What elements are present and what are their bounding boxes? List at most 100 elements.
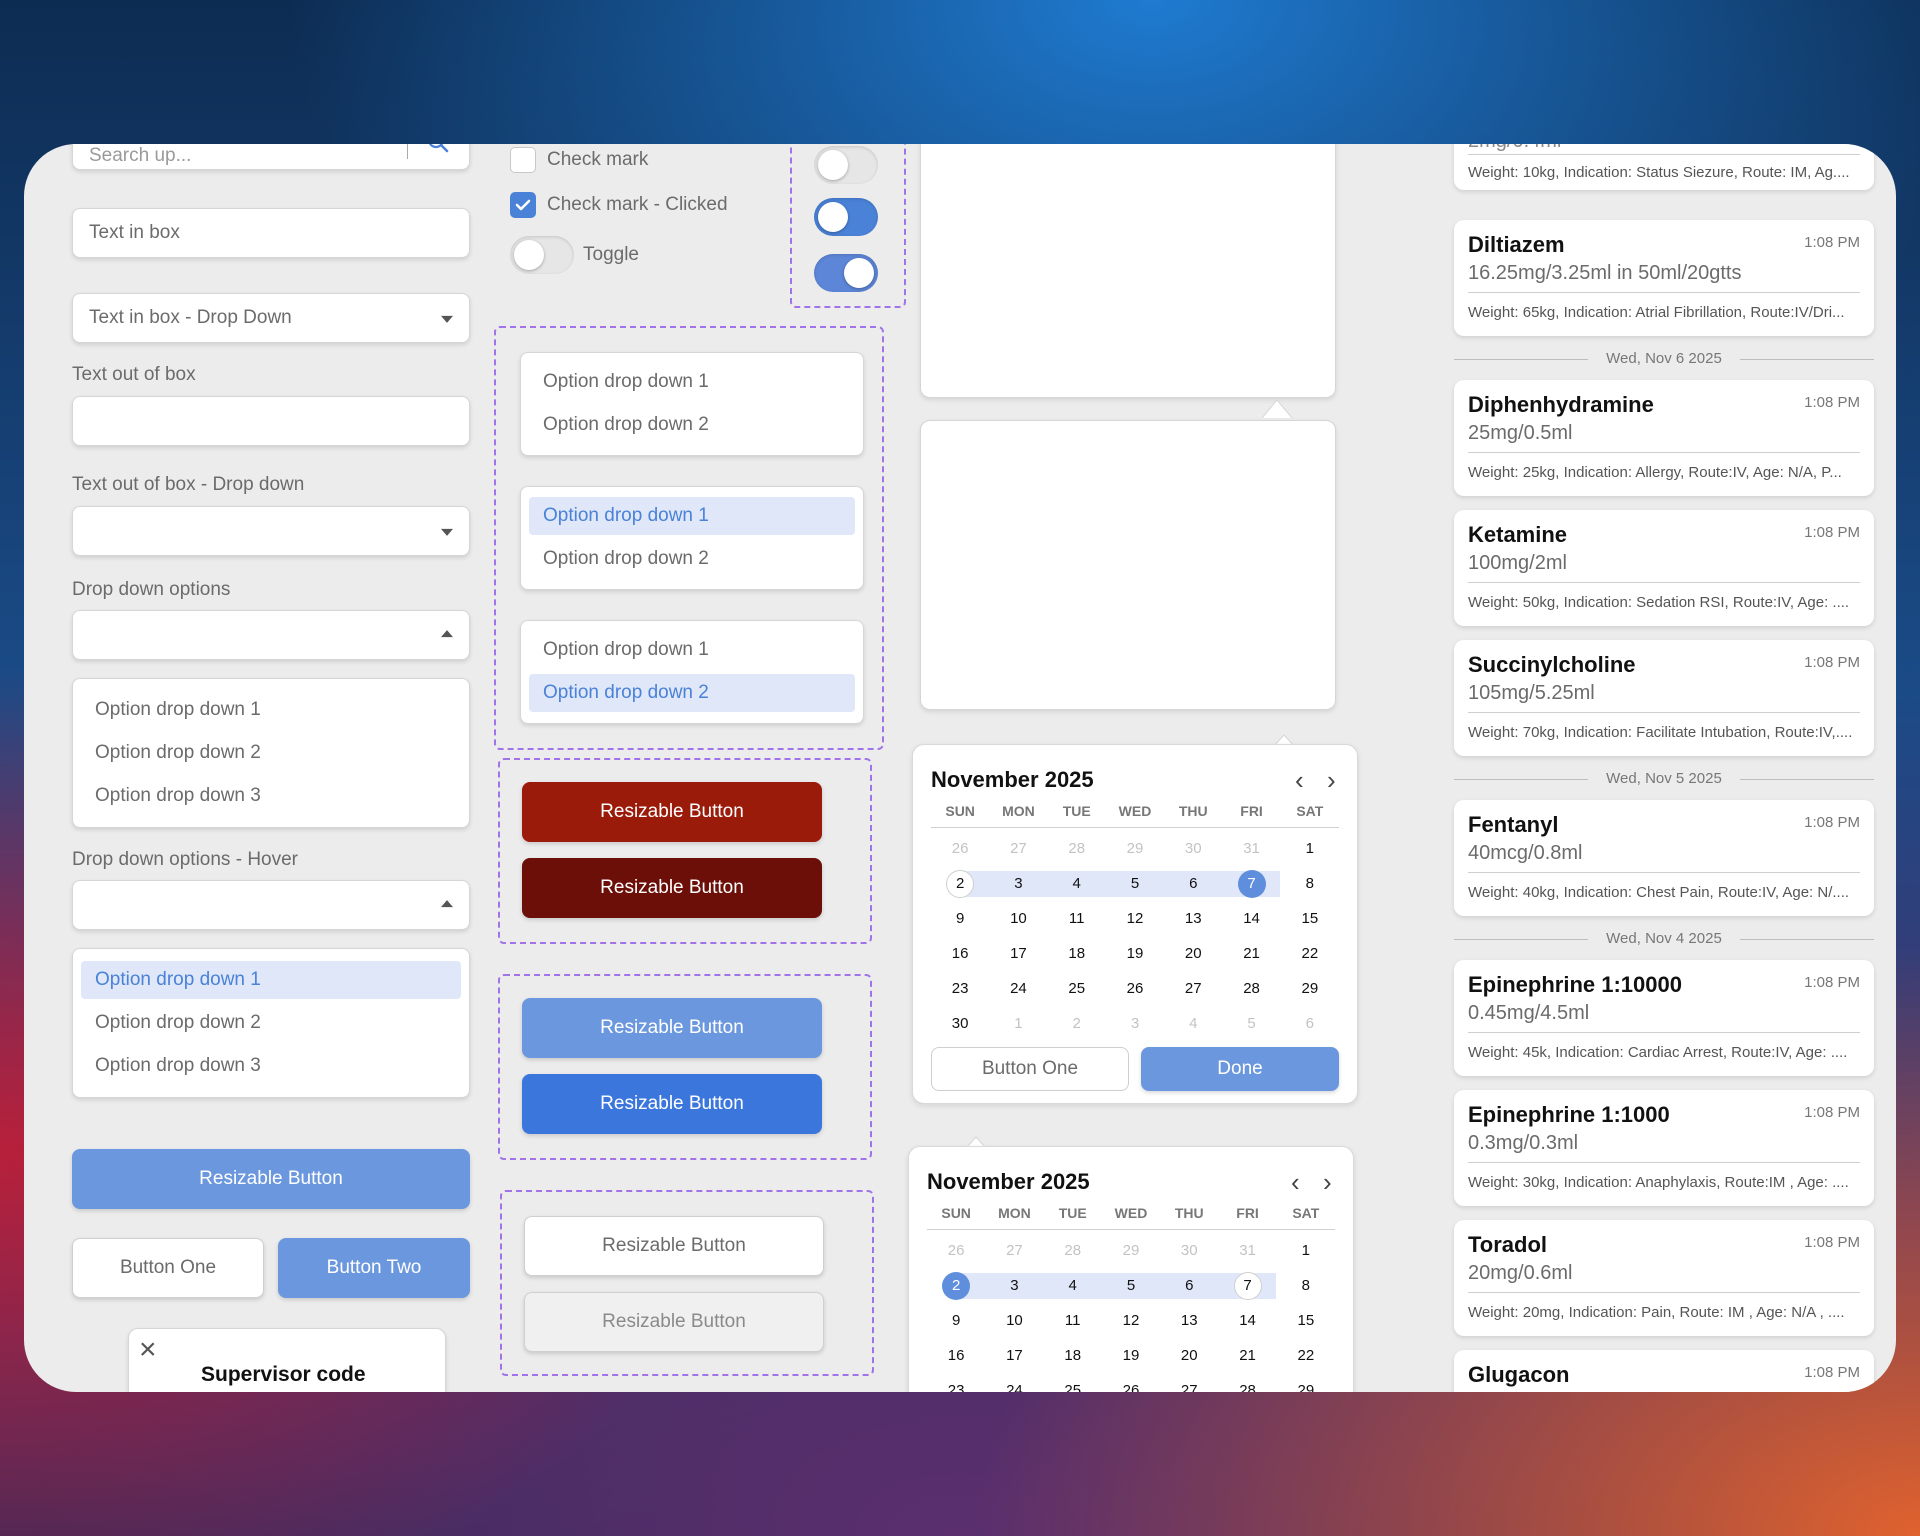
calendar-day[interactable]: 5 [1102, 1277, 1160, 1294]
calendar-day[interactable]: 15 [1281, 910, 1339, 927]
dropdown-option[interactable]: Option drop down 2 [529, 540, 855, 578]
calendar-day[interactable]: 6 [1164, 875, 1222, 892]
calendar-day[interactable]: 8 [1281, 875, 1339, 892]
calendar-day[interactable]: 30 [1164, 840, 1222, 857]
calendar-day-today[interactable]: 7 [1218, 1271, 1276, 1300]
calendar-day[interactable]: 28 [1218, 1382, 1276, 1392]
calendar-day[interactable]: 28 [1044, 1242, 1102, 1259]
medication-card[interactable]: Toradol 1:08 PM 20mg/0.6ml Weight: 20mg,… [1454, 1220, 1874, 1336]
chevron-right-icon[interactable]: › [1327, 765, 1336, 796]
calendar-day[interactable]: 14 [1222, 910, 1280, 927]
calendar-day[interactable]: 6 [1160, 1277, 1218, 1294]
calendar-day[interactable]: 11 [1048, 910, 1106, 927]
calendar-day[interactable]: 29 [1281, 980, 1339, 997]
dropdown-option[interactable]: Option drop down 1 [529, 631, 855, 669]
calendar-day[interactable]: 22 [1277, 1347, 1335, 1364]
medication-card[interactable]: Glugacon 1:08 PM [1454, 1350, 1874, 1392]
calendar-day[interactable]: 13 [1160, 1312, 1218, 1329]
close-icon[interactable]: × [139, 1335, 157, 1365]
calendar-day[interactable]: 3 [989, 875, 1047, 892]
chevron-left-icon[interactable]: ‹ [1291, 1167, 1300, 1198]
calendar-day[interactable]: 20 [1164, 945, 1222, 962]
calendar-day[interactable]: 18 [1048, 945, 1106, 962]
calendar-day[interactable]: 1 [1281, 840, 1339, 857]
toggle-on[interactable] [814, 254, 878, 292]
calendar-day[interactable]: 26 [1102, 1382, 1160, 1392]
toggle-off[interactable] [510, 236, 574, 274]
search-input[interactable]: Search up... [89, 145, 191, 167]
text-out-of-box-dropdown[interactable] [72, 506, 470, 556]
resizable-button[interactable]: Resizable Button [72, 1149, 470, 1209]
calendar-day[interactable]: 24 [985, 1382, 1043, 1392]
calendar-day[interactable]: 4 [1048, 875, 1106, 892]
dropdown-option[interactable]: Option drop down 2 [529, 406, 855, 444]
calendar-day[interactable]: 17 [985, 1347, 1043, 1364]
calendar-day[interactable]: 22 [1281, 945, 1339, 962]
medication-card[interactable]: Epinephrine 1:10000 1:08 PM 0.45mg/4.5ml… [1454, 960, 1874, 1076]
resizable-button-red[interactable]: Resizable Button [522, 782, 822, 842]
dropdown-option[interactable]: Option drop down 1 [81, 691, 461, 729]
calendar-day[interactable]: 5 [1222, 1015, 1280, 1032]
calendar-day[interactable]: 9 [931, 910, 989, 927]
calendar-day[interactable]: 23 [927, 1382, 985, 1392]
medication-card[interactable]: Succinylcholine 1:08 PM 105mg/5.25ml Wei… [1454, 640, 1874, 756]
calendar-day[interactable]: 6 [1281, 1015, 1339, 1032]
medication-card[interactable]: Diphenhydramine 1:08 PM 25mg/0.5ml Weigh… [1454, 380, 1874, 496]
calendar-day-selected[interactable]: 2 [927, 1271, 985, 1300]
dropdown-option-hovered[interactable]: Option drop down 1 [81, 961, 461, 999]
dropdown-option-selected[interactable]: Option drop down 2 [529, 674, 855, 712]
calendar-day[interactable]: 13 [1164, 910, 1222, 927]
toggle-on[interactable] [814, 198, 878, 236]
calendar-day[interactable]: 12 [1102, 1312, 1160, 1329]
chevron-left-icon[interactable]: ‹ [1295, 765, 1304, 796]
dropdown-option-selected[interactable]: Option drop down 1 [529, 497, 855, 535]
button-two[interactable]: Button Two [278, 1238, 470, 1298]
calendar-done-button[interactable]: Done [1141, 1047, 1339, 1091]
calendar-day[interactable]: 28 [1048, 840, 1106, 857]
calendar-day[interactable]: 10 [989, 910, 1047, 927]
search-field[interactable]: Search up... [72, 144, 470, 170]
calendar-day[interactable]: 17 [989, 945, 1047, 962]
calendar-day[interactable]: 26 [931, 840, 989, 857]
dropdown-option[interactable]: Option drop down 2 [81, 734, 461, 772]
calendar-day[interactable]: 27 [989, 840, 1047, 857]
calendar-day[interactable]: 14 [1218, 1312, 1276, 1329]
calendar-day-range-start[interactable]: 2 [931, 869, 989, 898]
medication-card[interactable]: Ketamine 1:08 PM 100mg/2ml Weight: 50kg,… [1454, 510, 1874, 626]
calendar-day[interactable]: 25 [1048, 980, 1106, 997]
calendar-day-range-end[interactable]: 7 [1222, 869, 1280, 898]
text-in-box-dropdown[interactable]: Text in box - Drop Down [72, 293, 470, 343]
calendar-day[interactable]: 19 [1102, 1347, 1160, 1364]
calendar-day[interactable]: 26 [1106, 980, 1164, 997]
calendar-day[interactable]: 31 [1222, 840, 1280, 857]
calendar-day[interactable]: 30 [1160, 1242, 1218, 1259]
calendar-day[interactable]: 27 [1160, 1382, 1218, 1392]
calendar-button-one[interactable]: Button One [931, 1047, 1129, 1091]
calendar-day[interactable]: 29 [1102, 1242, 1160, 1259]
calendar-day[interactable]: 9 [927, 1312, 985, 1329]
calendar-day[interactable]: 4 [1044, 1277, 1102, 1294]
calendar-day[interactable]: 24 [989, 980, 1047, 997]
resizable-button-blue[interactable]: Resizable Button [522, 998, 822, 1058]
calendar-day[interactable]: 10 [985, 1312, 1043, 1329]
calendar-day[interactable]: 21 [1222, 945, 1280, 962]
checkbox-checked[interactable] [510, 192, 536, 218]
medication-card[interactable]: Diltiazem 1:08 PM 16.25mg/3.25ml in 50ml… [1454, 220, 1874, 336]
toggle-off[interactable] [814, 146, 878, 184]
dropdown-option[interactable]: Option drop down 2 [81, 1004, 461, 1042]
calendar-day[interactable]: 29 [1277, 1382, 1335, 1392]
medication-card[interactable]: Epinephrine 1:1000 1:08 PM 0.3mg/0.3ml W… [1454, 1090, 1874, 1206]
chevron-right-icon[interactable]: › [1323, 1167, 1332, 1198]
resizable-button-outline[interactable]: Resizable Button [524, 1216, 824, 1276]
dropdown-open[interactable] [72, 610, 470, 660]
calendar-day[interactable]: 15 [1277, 1312, 1335, 1329]
calendar-day[interactable]: 2 [1048, 1015, 1106, 1032]
calendar-day[interactable]: 25 [1044, 1382, 1102, 1392]
calendar-day[interactable]: 3 [1106, 1015, 1164, 1032]
calendar-day[interactable]: 26 [927, 1242, 985, 1259]
resizable-button-blue-pressed[interactable]: Resizable Button [522, 1074, 822, 1134]
calendar-day[interactable]: 27 [985, 1242, 1043, 1259]
calendar-day[interactable]: 16 [931, 945, 989, 962]
search-icon[interactable] [425, 144, 451, 157]
text-out-of-box-field[interactable] [72, 396, 470, 446]
